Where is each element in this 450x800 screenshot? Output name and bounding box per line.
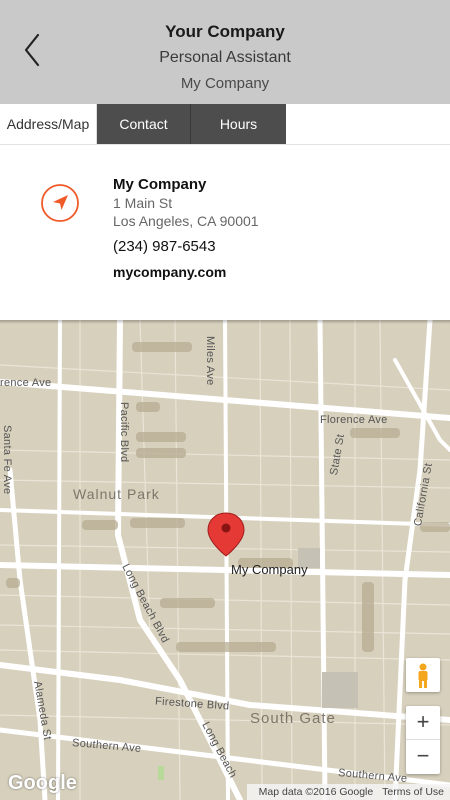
website-link[interactable]: mycompany.com [113,264,226,280]
pegman-icon [418,663,428,688]
business-name: My Company [113,176,207,193]
street-label: Florence Ave [320,414,388,426]
address-line-2: Los Angeles, CA 90001 [113,213,259,229]
navigation-arrow-icon[interactable] [40,183,80,223]
street-view-button[interactable] [406,658,440,692]
google-logo: Google [8,772,77,794]
map-view[interactable]: rence Ave Florence Ave Santa Fe Ave Paci… [0,320,450,800]
marker-label: My Company [231,562,308,577]
map-attribution: Map data ©2016 Google Terms of Use [246,784,450,800]
tab-address-map[interactable]: Address/Map [0,104,97,144]
street-label: Santa Fe Ave [1,425,13,495]
tab-bar: Address/Map Contact Hours [0,104,450,144]
header-subtitle: Personal Assistant [159,49,291,66]
map-shadow [0,320,450,324]
business-info-panel: My Company 1 Main St Los Angeles, CA 900… [0,145,450,320]
tab-hours[interactable]: Hours [191,104,286,144]
header-title: Your Company [165,22,285,41]
header-company: My Company [180,75,270,92]
zoom-out-button[interactable]: − [406,740,440,774]
map-roads [0,320,450,800]
map-marker-icon[interactable] [207,512,245,557]
area-label-south-gate: South Gate [250,710,336,727]
address-line-1: 1 Main St [113,195,173,211]
zoom-control: + − [406,706,440,774]
map-data-credit: Map data ©2016 Google [258,786,374,798]
terms-of-use-link[interactable]: Terms of Use [382,786,444,798]
street-label: Pacific Blvd [118,402,130,463]
phone-link[interactable]: (234) 987-6543 [113,238,216,255]
tab-contact[interactable]: Contact [97,104,191,144]
street-label: rence Ave [0,377,52,389]
app-header: Your Company Personal Assistant My Compa… [0,0,450,104]
zoom-in-button[interactable]: + [406,706,440,740]
area-label-walnut-park: Walnut Park [73,486,160,502]
street-label: Miles Ave [204,336,216,386]
